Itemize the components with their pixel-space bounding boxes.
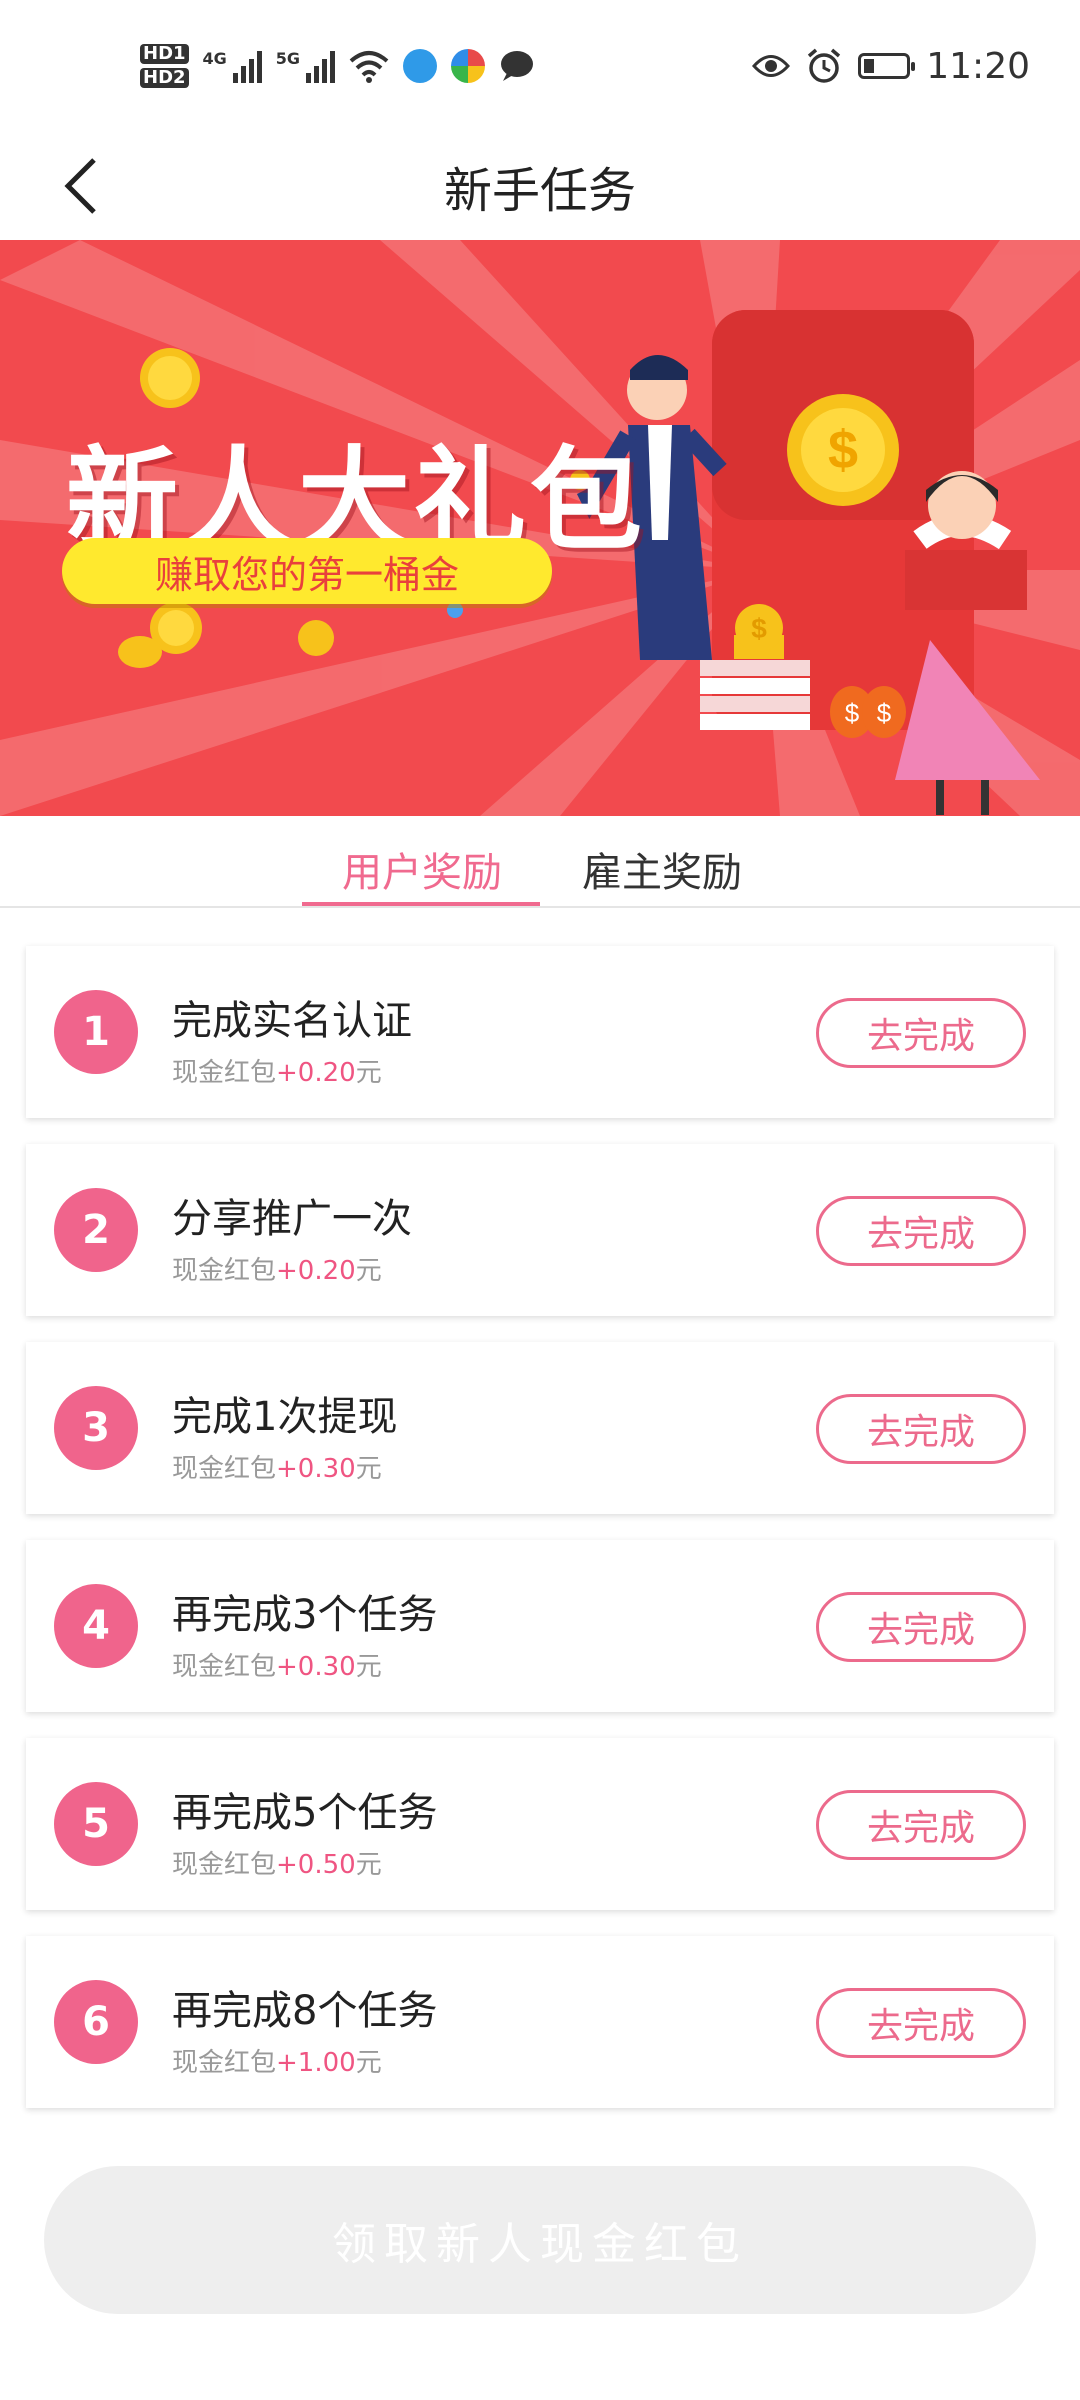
task-card: 5 再完成5个任务 现金红包+0.50元 去完成 <box>26 1738 1054 1910</box>
task-card: 4 再完成3个任务 现金红包+0.30元 去完成 <box>26 1540 1054 1712</box>
net2-label: 5G <box>275 49 301 68</box>
task-title: 再完成5个任务 <box>172 1790 438 1836</box>
svg-text:$: $ <box>877 698 892 728</box>
task-reward: 现金红包+0.30元 <box>172 1646 382 1683</box>
task-card: 3 完成1次提现 现金红包+0.30元 去完成 <box>26 1342 1054 1514</box>
go-complete-button[interactable]: 去完成 <box>816 1394 1026 1464</box>
task-title: 完成实名认证 <box>172 998 412 1044</box>
go-complete-button[interactable]: 去完成 <box>816 1790 1026 1860</box>
task-title: 完成1次提现 <box>172 1394 398 1440</box>
task-number-badge: 4 <box>54 1584 138 1668</box>
task-reward: 现金红包+1.00元 <box>172 2042 382 2079</box>
battery-icon <box>858 53 916 79</box>
signal-2: 5G <box>275 49 336 83</box>
status-left: HD1 HD2 4G 5G <box>140 42 535 90</box>
claim-newbie-cash-button[interactable]: 领取新人现金红包 <box>44 2166 1036 2314</box>
colorful-app-icon <box>451 49 486 83</box>
reward-amount: +0.30 <box>276 1454 356 1484</box>
task-title: 再完成8个任务 <box>172 1988 438 2034</box>
message-icon <box>501 51 534 81</box>
signal-1: 4G <box>203 49 262 83</box>
banner-subtitle: 赚取您的第一桶金 <box>62 538 552 604</box>
reward-amount: +1.00 <box>276 2048 356 2078</box>
reward-prefix: 现金红包 <box>172 1454 277 1484</box>
go-complete-button[interactable]: 去完成 <box>816 1988 1026 2058</box>
task-title: 分享推广一次 <box>172 1196 412 1242</box>
reward-amount: +0.20 <box>276 1256 356 1286</box>
sim1-label: HD1 <box>140 44 189 64</box>
task-reward: 现金红包+0.30元 <box>172 1448 382 1485</box>
browser-app-icon <box>403 49 438 83</box>
task-card: 6 再完成8个任务 现金红包+1.00元 去完成 <box>26 1936 1054 2108</box>
reward-unit: 元 <box>355 1652 382 1682</box>
reward-amount: +0.30 <box>276 1652 356 1682</box>
task-card: 1 完成实名认证 现金红包+0.20元 去完成 <box>26 946 1054 1118</box>
reward-prefix: 现金红包 <box>172 1058 277 1088</box>
task-number-badge: 2 <box>54 1188 138 1272</box>
signal-bars-icon <box>232 49 262 83</box>
reward-unit: 元 <box>355 1256 382 1286</box>
reward-prefix: 现金红包 <box>172 1256 277 1286</box>
task-number-badge: 5 <box>54 1782 138 1866</box>
task-list: 1 完成实名认证 现金红包+0.20元 去完成 2 分享推广一次 现金红包+0.… <box>26 946 1054 2134</box>
reward-prefix: 现金红包 <box>172 2048 277 2078</box>
reward-unit: 元 <box>355 2048 382 2078</box>
nav-bar: 新手任务 <box>0 132 1080 240</box>
go-complete-button[interactable]: 去完成 <box>816 1196 1026 1266</box>
svg-text:$: $ <box>751 613 767 644</box>
alarm-icon <box>808 48 841 83</box>
task-number-badge: 3 <box>54 1386 138 1470</box>
status-time: 11:20 <box>926 45 1030 87</box>
page-title: 新手任务 <box>443 163 636 219</box>
task-number-badge: 6 <box>54 1980 138 2064</box>
tab-user-reward[interactable]: 用户奖励 <box>342 840 502 898</box>
reward-unit: 元 <box>355 1058 382 1088</box>
reward-amount: +0.20 <box>276 1058 356 1088</box>
task-number-badge: 1 <box>54 990 138 1074</box>
reward-prefix: 现金红包 <box>172 1652 277 1682</box>
go-complete-button[interactable]: 去完成 <box>816 998 1026 1068</box>
reward-unit: 元 <box>355 1454 382 1484</box>
back-button[interactable] <box>40 146 120 226</box>
task-card: 2 分享推广一次 现金红包+0.20元 去完成 <box>26 1144 1054 1316</box>
active-tab-indicator <box>302 902 540 906</box>
reward-unit: 元 <box>355 1850 382 1880</box>
reward-amount: +0.50 <box>276 1850 356 1880</box>
svg-text:$: $ <box>845 698 860 728</box>
sim2-label: HD2 <box>140 68 189 88</box>
eye-icon <box>752 55 791 77</box>
status-right: 11:20 <box>752 46 1030 87</box>
reward-tabs: 用户奖励 雇主奖励 <box>0 816 1080 908</box>
wifi-icon <box>349 51 389 83</box>
svg-text:$: $ <box>828 420 858 480</box>
task-reward: 现金红包+0.20元 <box>172 1250 382 1287</box>
tab-employer-reward[interactable]: 雇主奖励 <box>582 840 742 898</box>
sim-indicators: HD1 HD2 <box>140 42 189 90</box>
net1-label: 4G <box>202 49 227 68</box>
go-complete-button[interactable]: 去完成 <box>816 1592 1026 1662</box>
task-title: 再完成3个任务 <box>172 1592 438 1638</box>
status-bar: HD1 HD2 4G 5G 11:20 <box>0 0 1080 132</box>
reward-prefix: 现金红包 <box>172 1850 277 1880</box>
chevron-left-icon <box>64 158 96 214</box>
promo-banner[interactable]: $ $ $ $ 新人大礼包 赚取您的第一桶金 <box>0 240 1080 816</box>
task-reward: 现金红包+0.20元 <box>172 1052 382 1089</box>
signal-bars-icon <box>306 49 336 83</box>
task-reward: 现金红包+0.50元 <box>172 1844 382 1881</box>
